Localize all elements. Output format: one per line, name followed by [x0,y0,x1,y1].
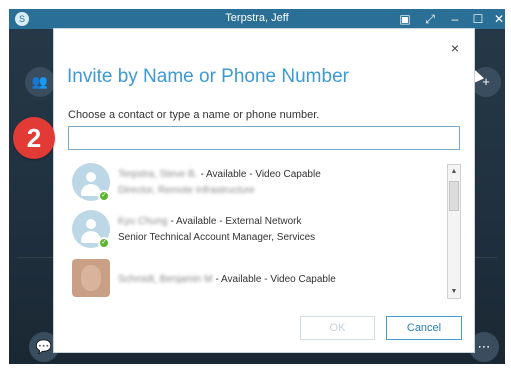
pop-out-icon[interactable]: ⤢ [422,11,438,27]
available-status-icon: ✓ [98,237,110,249]
contact-list-scrollbar[interactable]: ▲ ▼ [447,164,461,299]
ok-button[interactable]: OK [300,316,375,340]
participants-icon[interactable]: 👥 [25,67,55,97]
cancel-button[interactable]: Cancel [386,316,462,340]
minimize-icon[interactable]: – [447,11,463,27]
compact-view-icon[interactable]: ▣ [397,11,413,27]
maximize-icon[interactable]: ☐ [470,11,486,27]
contact-photo [72,259,110,297]
contact-name: Terpstra, Steve B. - Available - Video Ca… [118,169,321,180]
contact-list: ✓ Terpstra, Steve B. - Available - Video … [68,161,463,299]
scroll-thumb[interactable] [449,181,459,211]
close-window-icon[interactable]: ✕ [491,11,505,27]
scroll-down-icon[interactable]: ▼ [448,285,460,298]
contact-name: Kyu Chung - Available - External Network [118,216,302,227]
title-bar: S Terpstra, Jeff ▣ ⤢ – ☐ ✕ [9,9,505,29]
step-number-badge: 2 [13,117,55,159]
contact-subtitle: Senior Technical Account Manager, Servic… [118,232,316,243]
dialog-title: Invite by Name or Phone Number [67,66,349,87]
list-item[interactable]: Schmidt, Benjamin M- Available - Video C… [72,257,442,299]
contact-subtitle: Director, Remote Infrastructure [118,185,255,196]
invite-dialog: × Invite by Name or Phone Number Choose … [54,29,474,352]
search-input[interactable] [68,126,460,150]
list-item[interactable]: ✓ Kyu Chung - Available - External Networ… [72,208,442,250]
list-item[interactable]: ✓ Terpstra, Steve B. - Available - Video … [72,161,442,203]
available-status-icon: ✓ [98,190,110,202]
dialog-instruction: Choose a contact or type a name or phone… [68,109,320,121]
close-icon[interactable]: × [451,41,459,55]
scroll-up-icon[interactable]: ▲ [448,165,460,178]
contact-name: Schmidt, Benjamin M- Available - Video C… [118,274,336,285]
